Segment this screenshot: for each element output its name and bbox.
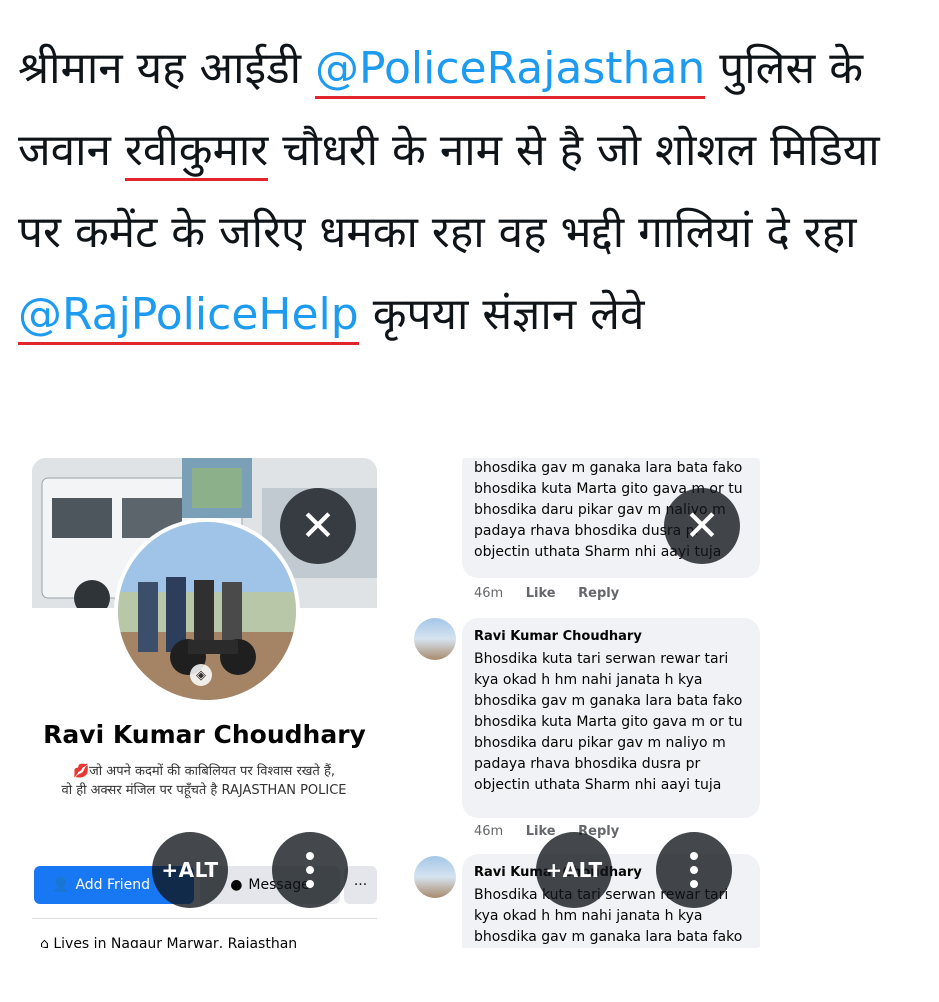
tweet-text-part: कृपया संज्ञान लेवे (358, 289, 645, 340)
profile-name: Ravi Kumar Choudhary (43, 720, 366, 749)
tweet-text-part: श्रीमान यह आईडी (18, 43, 316, 94)
commenter-avatar (414, 618, 456, 660)
more-options-button[interactable]: ··· (344, 866, 377, 904)
divider (32, 918, 377, 919)
alt-label: +ALT (545, 858, 603, 882)
image-options-button[interactable] (656, 832, 732, 908)
vertical-ellipsis-icon (306, 852, 314, 888)
comment-text: Bhosdika kuta tari serwan rewar tari kya… (474, 651, 743, 793)
close-x-icon: ✕ (684, 501, 720, 550)
profile-bio: 💋जो अपने कदमों की काबिलियत पर विश्वास रख… (44, 762, 364, 800)
comment-time: 46m (474, 824, 504, 839)
vertical-ellipsis-icon (690, 852, 698, 888)
messenger-icon: ● (230, 877, 243, 893)
home-icon: ⌂ (40, 936, 54, 948)
lives-in-text: ⌂ Lives in Nagaur Marwar, Rajasthan (40, 936, 297, 948)
bio-line: वो ही अक्सर मंजिल पर पहूँचते है RAJASTHA… (61, 783, 347, 798)
lives-in-label: Lives in Nagaur Marwar, Rajasthan (53, 936, 298, 948)
comment-meta: 46m Like Reply (474, 586, 637, 601)
more-label: ··· (353, 877, 368, 893)
add-person-icon: 👤 (52, 877, 70, 893)
comment-time: 46m (474, 586, 504, 601)
mention-raj-police-help[interactable]: @RajPoliceHelp (18, 289, 359, 345)
mention-police-rajasthan[interactable]: @PoliceRajasthan (315, 43, 706, 99)
remove-image-button[interactable]: ✕ (664, 488, 740, 564)
like-link[interactable]: Like (526, 586, 556, 601)
add-alt-text-button[interactable]: +ALT (152, 832, 228, 908)
highlighted-name: रवीकुमार (124, 125, 269, 181)
commenter-avatar (414, 856, 456, 898)
tweet-text: श्रीमान यह आईडी @PoliceRajasthan पुलिस क… (18, 28, 918, 356)
alt-label: +ALT (161, 858, 219, 882)
remove-image-button[interactable]: ✕ (280, 488, 356, 564)
image-options-button[interactable] (272, 832, 348, 908)
bio-line: 💋जो अपने कदमों की काबिलियत पर विश्वास रख… (72, 764, 336, 779)
add-alt-text-button[interactable]: +ALT (536, 832, 612, 908)
add-friend-label: Add Friend (75, 877, 151, 893)
comment-bubble: Ravi Kumar Choudhary Bhosdika kuta tari … (462, 618, 760, 818)
reply-link[interactable]: Reply (578, 586, 619, 601)
close-x-icon: ✕ (300, 501, 336, 550)
comment-author[interactable]: Ravi Kumar Choudhary (474, 626, 748, 647)
like-link[interactable]: Like (526, 824, 556, 839)
shield-icon: ◈ (190, 664, 212, 686)
